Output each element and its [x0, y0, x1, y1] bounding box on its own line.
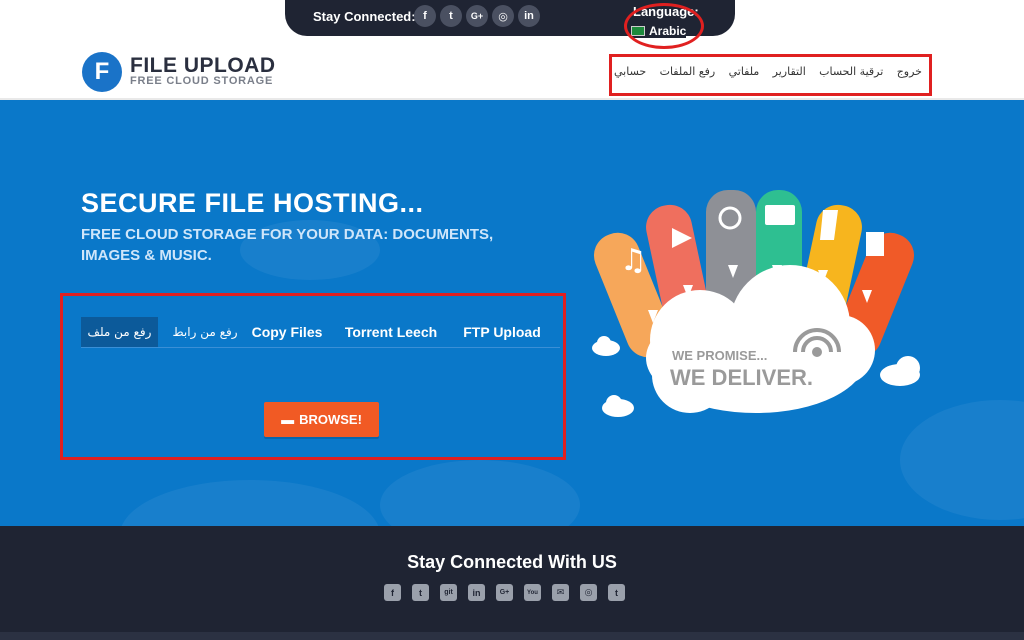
- facebook-icon[interactable]: f: [414, 5, 436, 27]
- footer-title: Stay Connected With US: [407, 552, 617, 572]
- google-plus-icon[interactable]: G+: [466, 5, 488, 27]
- stay-connected-label: Stay Connected:: [313, 9, 416, 24]
- footer: Stay Connected With US f t git in G+ You…: [0, 526, 1024, 640]
- document-icon: [866, 232, 884, 256]
- nav-upgrade-account[interactable]: ترقية الحساب: [819, 65, 883, 78]
- twitter-icon[interactable]: t: [440, 5, 462, 27]
- footer-bottom-bar: [0, 632, 1024, 640]
- mail-icon: [765, 205, 795, 225]
- language-highlight-annotation: [624, 3, 704, 49]
- instagram-icon[interactable]: ◎: [492, 5, 514, 27]
- music-icon: ♫: [620, 243, 647, 278]
- logo-subtitle: FREE CLOUD STORAGE: [130, 75, 274, 87]
- footer-social-icons: f t git in G+ You ✉ ◎ t: [384, 584, 625, 601]
- promise-line-1: WE PROMISE...: [672, 348, 767, 363]
- linkedin-icon[interactable]: in: [518, 5, 540, 27]
- main-nav: خروج ترقية الحساب التقارير ملفاتي رفع ال…: [614, 65, 922, 78]
- nav-logout[interactable]: خروج: [897, 65, 922, 78]
- hero-section: SECURE FILE HOSTING... FREE CLOUD STORAG…: [0, 100, 1024, 526]
- footer-youtube-icon[interactable]: You: [524, 584, 541, 601]
- footer-linkedin-icon[interactable]: in: [468, 584, 485, 601]
- nav-upload-files[interactable]: رفع الملفات: [660, 65, 716, 78]
- footer-git-icon[interactable]: git: [440, 584, 457, 601]
- footer-tumblr-icon[interactable]: t: [608, 584, 625, 601]
- footer-email-icon[interactable]: ✉: [552, 584, 569, 601]
- footer-facebook-icon[interactable]: f: [384, 584, 401, 601]
- footer-google-plus-icon[interactable]: G+: [496, 584, 513, 601]
- footer-instagram-icon[interactable]: ◎: [580, 584, 597, 601]
- nav-my-files[interactable]: ملفاتي: [729, 65, 760, 78]
- nav-my-account[interactable]: حسابي: [614, 65, 646, 78]
- promise-line-2: WE DELIVER.: [670, 365, 813, 390]
- nav-reports[interactable]: التقارير: [773, 65, 806, 78]
- logo-icon[interactable]: F: [82, 52, 122, 92]
- footer-twitter-icon[interactable]: t: [412, 584, 429, 601]
- cloud-illustration: ♫ WE PROMISE... WE DELIVER.: [592, 190, 920, 417]
